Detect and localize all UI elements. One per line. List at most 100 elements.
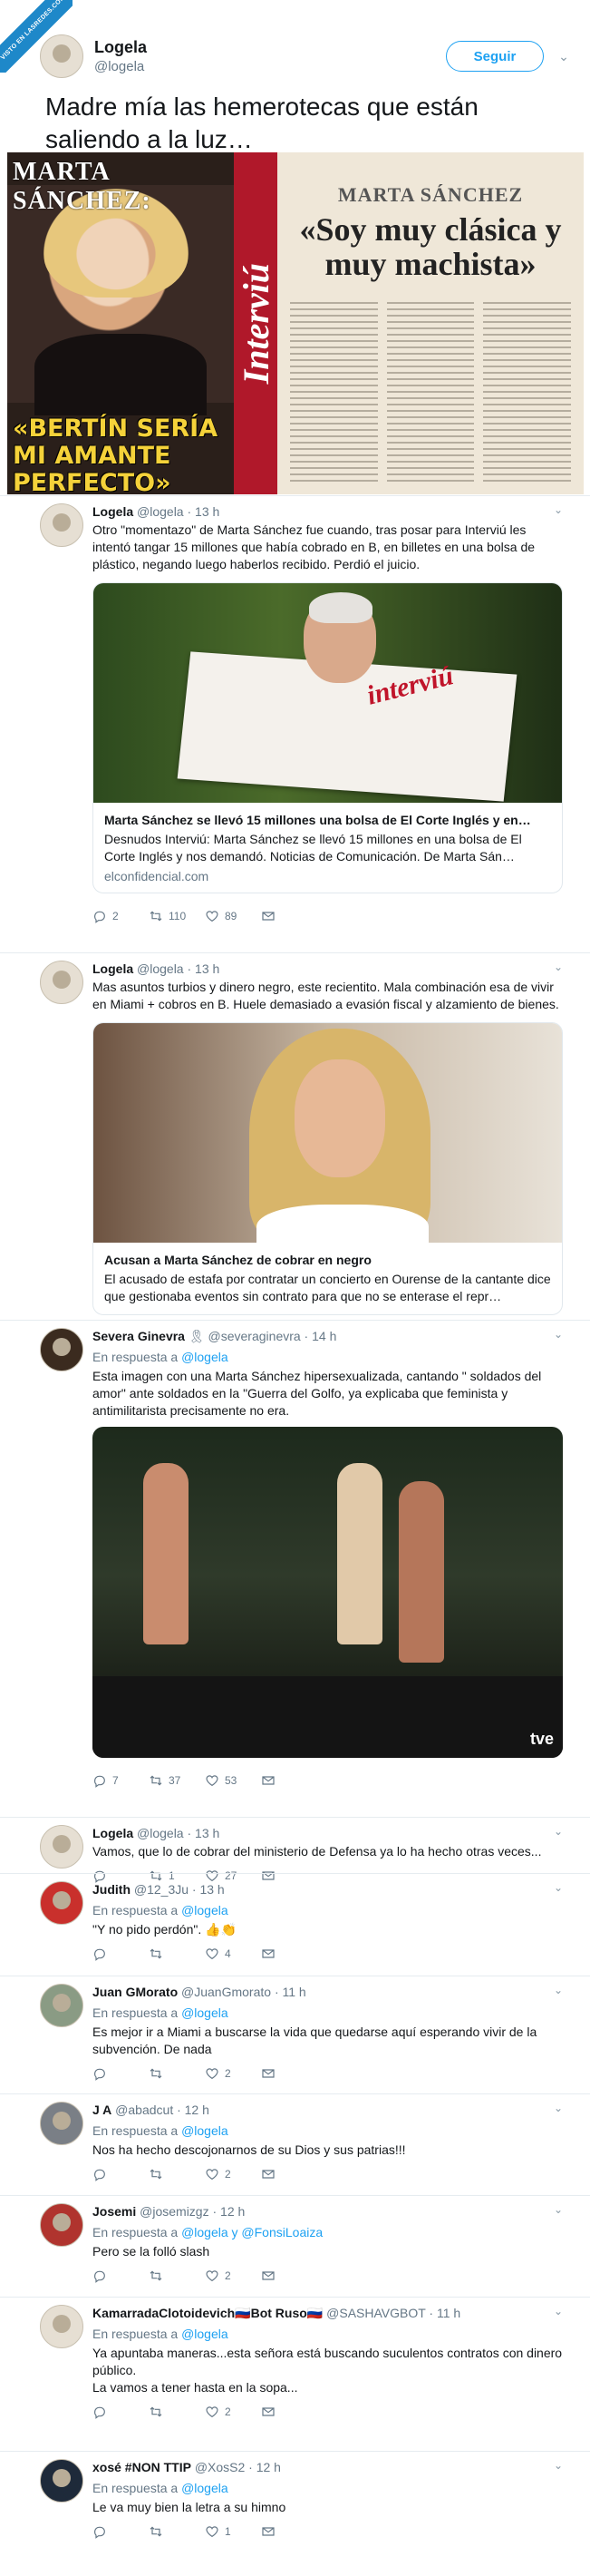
author-meta[interactable]: @logela · 13 h — [137, 1826, 219, 1840]
author-meta[interactable]: @12_3Ju · 13 h — [134, 1882, 225, 1897]
in-reply-link[interactable]: @logela — [181, 2005, 228, 2020]
retweet-icon — [150, 2270, 162, 2281]
reply-button[interactable] — [92, 2524, 149, 2539]
author-meta[interactable]: @XosS2 · 12 h — [195, 2460, 281, 2474]
author-name[interactable]: Logela — [92, 1826, 133, 1840]
author-name[interactable]: Severa Ginevra — [92, 1329, 185, 1343]
heart-icon — [206, 1948, 218, 1960]
magazine-spine: Interviú — [234, 152, 277, 494]
tweet-photo[interactable]: tve — [92, 1427, 563, 1758]
in-reply-link[interactable]: @logela — [181, 2481, 228, 2495]
in-reply-link[interactable]: @logela — [181, 2123, 228, 2138]
article-columns — [290, 298, 572, 485]
like-button[interactable]: 2 — [205, 2167, 261, 2181]
avatar[interactable] — [40, 961, 83, 1004]
author-name[interactable]: xosé #NON TTIP — [92, 2460, 191, 2474]
retweet-button[interactable]: 37 — [149, 1773, 205, 1788]
retweet-button[interactable] — [149, 2524, 205, 2539]
author-name[interactable]: KamarradaClotoidevich🇷🇺Bot Ruso🇷🇺 — [92, 2306, 323, 2320]
magazine-cover: MARTA SÁNCHEZ: «BERTÍN SERÍA MI AMANTE P… — [7, 152, 234, 494]
chevron-down-icon[interactable]: ⌄ — [553, 49, 575, 64]
tweet-text: Mas asuntos turbios y dinero negro, este… — [92, 980, 559, 1011]
reply-button[interactable] — [92, 2066, 149, 2081]
heart-icon — [206, 911, 218, 922]
retweet-button[interactable] — [149, 2167, 205, 2181]
in-reply-to: En respuesta a @logela — [92, 2479, 563, 2497]
reply-tweet: ⌄ Juan GMorato @JuanGmorato · 11 h En re… — [0, 1976, 590, 2093]
article-column — [386, 298, 475, 485]
retweet-button[interactable] — [149, 2066, 205, 2081]
in-reply-link[interactable]: @logela — [181, 2327, 228, 2341]
author-meta[interactable]: @JuanGmorato · 11 h — [181, 1985, 306, 1999]
envelope-icon — [262, 2170, 275, 2179]
like-button[interactable]: 53 — [205, 1773, 261, 1788]
dm-button[interactable] — [261, 2405, 317, 2419]
author-name[interactable]: Juan GMorato — [92, 1985, 178, 1999]
in-reply-link[interactable]: @logela — [181, 1350, 228, 1364]
like-button[interactable]: 2 — [205, 2066, 261, 2081]
retweet-button[interactable]: 110 — [149, 909, 205, 923]
link-card[interactable]: interviú Marta Sánchez se llevó 15 millo… — [92, 582, 563, 893]
in-reply-to: En respuesta a @logela y @FonsiLoaiza — [92, 2223, 563, 2241]
reply-button[interactable] — [92, 2269, 149, 2283]
author-meta[interactable]: @SASHAVGBOT · 11 h — [326, 2306, 460, 2320]
reply-button[interactable] — [92, 1947, 149, 1961]
reply-button[interactable]: 7 — [92, 1773, 149, 1788]
author-meta[interactable]: @logela · 13 h — [137, 504, 219, 519]
avatar[interactable] — [40, 2102, 83, 2145]
author-name[interactable]: Judith — [92, 1882, 131, 1897]
in-reply-prefix: En respuesta a — [92, 2327, 179, 2341]
dm-button[interactable] — [261, 1947, 317, 1961]
like-button[interactable]: 2 — [205, 2405, 261, 2419]
in-reply-link[interactable]: @logela — [181, 1903, 228, 1917]
reply-button[interactable]: 2 — [92, 909, 149, 923]
like-button[interactable]: 4 — [205, 1947, 261, 1961]
avatar[interactable] — [40, 2305, 83, 2348]
author-meta[interactable]: @abadcut · 12 h — [115, 2103, 209, 2117]
author-meta[interactable]: @logela · 13 h — [137, 961, 219, 976]
tweet-photo[interactable]: MARTA SÁNCHEZ: «BERTÍN SERÍA MI AMANTE P… — [7, 152, 584, 494]
card-title: Marta Sánchez se llevó 15 millones una b… — [104, 813, 531, 827]
tweet-text: Le va muy bien la letra a su himno — [92, 2500, 286, 2514]
avatar[interactable] — [40, 2203, 83, 2247]
retweet-button[interactable] — [149, 2269, 205, 2283]
in-reply-link[interactable]: @logela y @FonsiLoaiza — [181, 2225, 323, 2239]
tweet-text: Esta imagen con una Marta Sánchez hipers… — [92, 1369, 542, 1418]
author-meta[interactable]: @josemizgz · 12 h — [140, 2204, 245, 2219]
like-button[interactable]: 1 — [205, 2524, 261, 2539]
reply-header: Severa Ginevra 🎗 @severaginevra · 14 h — [92, 1328, 563, 1344]
in-reply-to: En respuesta a @logela — [92, 2325, 563, 2343]
like-button[interactable]: 2 — [205, 2269, 261, 2283]
reply-button[interactable] — [92, 2167, 149, 2181]
dm-button[interactable] — [261, 909, 317, 923]
article-quote: «Soy muy clásica y muy machista» — [299, 211, 562, 282]
reply-button[interactable] — [92, 2405, 149, 2419]
retweet-button[interactable] — [149, 1947, 205, 1961]
like-button[interactable]: 89 — [205, 909, 261, 923]
follow-button[interactable]: Seguir — [446, 41, 544, 72]
link-card[interactable]: Acusan a Marta Sánchez de cobrar en negr… — [92, 1022, 563, 1315]
retweet-button[interactable] — [149, 2405, 205, 2419]
avatar[interactable] — [40, 1328, 83, 1371]
singer-figure — [337, 1463, 382, 1644]
author-name[interactable]: Josemi — [92, 2204, 136, 2219]
avatar[interactable] — [40, 2459, 83, 2503]
avatar[interactable] — [40, 1825, 83, 1869]
dm-button[interactable] — [261, 2167, 317, 2181]
author-name[interactable]: Logela — [92, 961, 133, 976]
author-handle[interactable]: @logela — [94, 59, 446, 74]
author-meta[interactable]: 🎗 @severaginevra · 14 h — [189, 1329, 337, 1343]
watermark-text: VISTO EN LASREDES.COM — [0, 0, 73, 73]
avatar[interactable] — [40, 1881, 83, 1925]
dm-button[interactable] — [261, 1773, 317, 1788]
author-name[interactable]: J A — [92, 2103, 111, 2117]
author-name[interactable]: Logela — [94, 38, 446, 57]
avatar[interactable] — [40, 503, 83, 547]
dm-button[interactable] — [261, 2066, 317, 2081]
author-name[interactable]: Logela — [92, 504, 133, 519]
like-count: 1 — [225, 2525, 231, 2538]
dm-button[interactable] — [261, 2524, 317, 2539]
avatar[interactable] — [40, 1984, 83, 2027]
dm-button[interactable] — [261, 2269, 317, 2283]
action-bar: 2 110 89 — [92, 906, 563, 926]
